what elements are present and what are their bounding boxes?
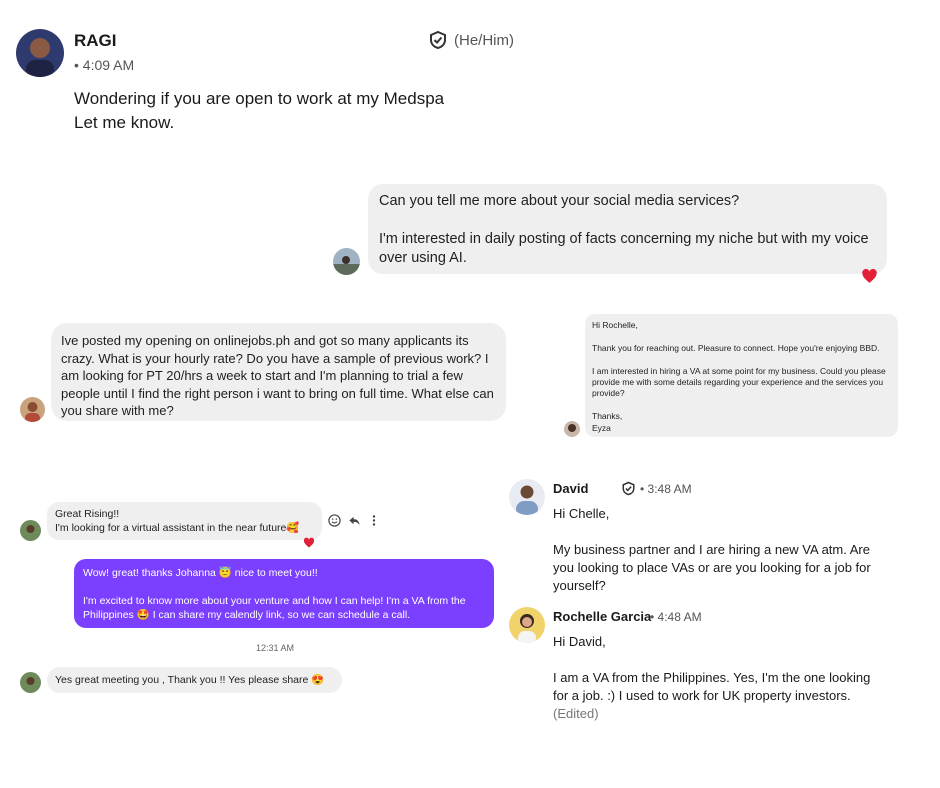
sender-name[interactable]: David xyxy=(553,481,588,496)
incoming-message-bubble: Yes great meeting you , Thank you !! Yes… xyxy=(47,667,342,693)
avatar-sender[interactable] xyxy=(20,520,41,541)
reply-icon[interactable] xyxy=(348,514,361,527)
verified-shield-icon xyxy=(621,481,636,496)
heart-reaction-icon[interactable] xyxy=(861,268,878,285)
message-text: Hi Chelle, My business partner and I are… xyxy=(553,506,871,593)
message-time: • 3:48 AM xyxy=(640,482,692,496)
avatar-rochelle[interactable] xyxy=(509,607,545,643)
chat-timestamp: 12:31 AM xyxy=(256,643,295,653)
avatar-ragi[interactable] xyxy=(16,29,64,77)
sender-name[interactable]: RAGI xyxy=(74,31,117,51)
message-bubble: Can you tell me more about your social m… xyxy=(368,184,887,274)
avatar-sender[interactable] xyxy=(20,672,41,693)
pronouns: (He/Him) xyxy=(454,32,514,49)
avatar-sender[interactable] xyxy=(564,421,580,437)
message-bubble: Hi Rochelle, Thank you for reaching out.… xyxy=(585,314,898,437)
message-text: Hi David, I am a VA from the Philippines… xyxy=(553,634,871,703)
verified-shield-icon xyxy=(428,30,448,50)
incoming-message-bubble: Great Rising!! I'm looking for a virtual… xyxy=(47,502,322,540)
message-text: Wondering if you are open to work at my … xyxy=(74,89,445,132)
avatar-sender[interactable] xyxy=(333,248,360,275)
outgoing-message-bubble: Wow! great! thanks Johanna 😇 nice to mee… xyxy=(74,559,494,628)
message-time: • 4:48 AM xyxy=(650,610,702,624)
message-bubble: Ive posted my opening on onlinejobs.ph a… xyxy=(51,323,506,421)
message-time: • 4:09 AM xyxy=(74,57,135,73)
sender-name[interactable]: Rochelle Garcia xyxy=(553,609,651,624)
avatar-david[interactable] xyxy=(509,479,545,515)
more-icon[interactable] xyxy=(370,514,378,527)
heart-reaction-icon[interactable] xyxy=(303,537,315,549)
message-text-block: Hi David, I am a VA from the Philippines… xyxy=(553,633,888,723)
edited-label: (Edited) xyxy=(553,706,599,721)
smile-icon[interactable] xyxy=(328,514,341,527)
avatar-sender[interactable] xyxy=(20,397,45,422)
